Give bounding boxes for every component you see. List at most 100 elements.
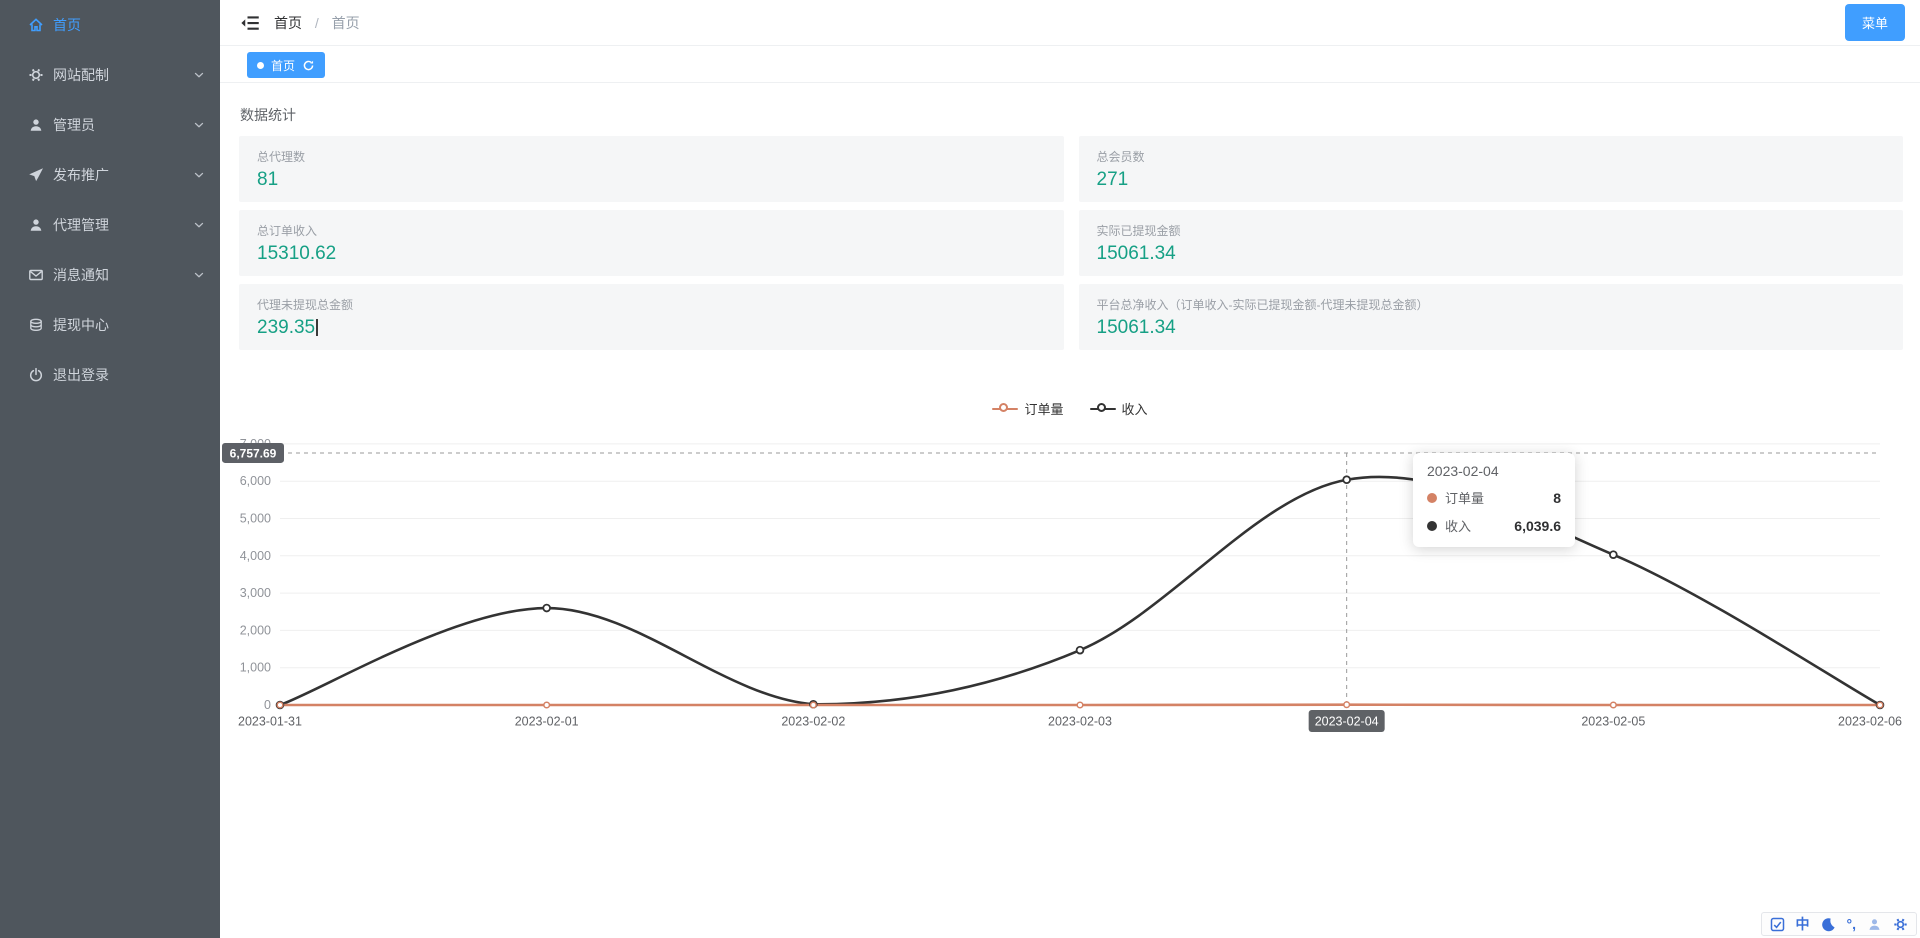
sidebar-item-label: 管理员 (53, 115, 192, 135)
x-axis-tick-label: 2023-02-06 (1838, 715, 1902, 729)
y-axis-tick-label: 0 (264, 698, 271, 712)
stat-label: 实际已提现金额 (1097, 222, 1886, 239)
sidebar-item-7[interactable]: 退出登录 (0, 350, 220, 400)
tooltip-income-name: 收入 (1445, 516, 1471, 535)
stat-value: 271 (1097, 169, 1886, 191)
y-axis-tick-label: 2,000 (240, 623, 271, 637)
y-axis-tick-label: 1,000 (240, 661, 271, 675)
tab-bar: 首页 (220, 46, 1920, 83)
chevron-down-icon (192, 268, 206, 282)
halfwidth-moon-icon[interactable] (1821, 917, 1836, 932)
legend-orders-label: 订单量 (1024, 399, 1063, 418)
line-chart-plot[interactable]: 01,0002,0003,0004,0005,0006,0007,0006,75… (220, 421, 1920, 756)
tooltip-row-orders: 订单量 8 (1427, 488, 1561, 507)
user-icon (28, 117, 44, 133)
gear-icon (28, 67, 44, 83)
breadcrumb: 首页 / 首页 (274, 13, 360, 33)
legend-income-label: 收入 (1122, 399, 1148, 418)
sidebar-item-0[interactable]: 首页 (0, 0, 220, 50)
tab-home-label: 首页 (271, 57, 295, 74)
menu-button[interactable]: 菜单 (1845, 4, 1905, 41)
stat-value: 15310.62 (257, 243, 1046, 265)
stats-grid: 总代理数81总会员数271总订单收入15310.62实际已提现金额15061.3… (239, 136, 1903, 350)
stat-card-3: 实际已提现金额15061.34 (1079, 210, 1904, 276)
user-icon (28, 217, 44, 233)
app-root: 首页网站配制管理员发布推广代理管理消息通知提现中心退出登录 首页 / 首页 菜单… (0, 0, 1920, 938)
x-axis-tick-label: 2023-02-01 (515, 715, 579, 729)
tooltip-date: 2023-02-04 (1427, 463, 1561, 479)
stat-label: 总会员数 (1097, 148, 1886, 165)
breadcrumb-current: 首页 (332, 15, 360, 31)
user-icon[interactable] (1867, 917, 1882, 932)
y-axis-tick-label: 5,000 (240, 512, 271, 526)
tab-home[interactable]: 首页 (247, 52, 325, 78)
y-axis-tick-label: 6,000 (240, 474, 271, 488)
main-area: 首页 / 首页 菜单 首页 数据统计 总代理数 81 总会员数 271 总订单收入 153… (220, 0, 1920, 938)
sidebar-item-label: 退出登录 (53, 365, 206, 385)
tooltip-income-value: 6,039.6 (1514, 518, 1561, 534)
chart-area: 订单量 收入 01,0002,0003,0004,0005,0006,0007,… (220, 396, 1920, 756)
sidebar-item-label: 提现中心 (53, 315, 206, 335)
sidebar-item-label: 首页 (53, 15, 206, 35)
active-tab-dot-icon (257, 62, 264, 69)
sidebar: 首页网站配制管理员发布推广代理管理消息通知提现中心退出登录 (0, 0, 220, 938)
sidebar-item-label: 网站配制 (53, 65, 192, 85)
send-icon (28, 167, 44, 183)
home-icon (28, 17, 44, 33)
sidebar-item-4[interactable]: 代理管理 (0, 200, 220, 250)
legend-item-orders[interactable]: 订单量 (992, 399, 1063, 418)
ime-logo-icon[interactable] (1770, 917, 1785, 932)
legend-item-income[interactable]: 收入 (1090, 399, 1148, 418)
stat-label: 总代理数 (257, 148, 1046, 165)
income-line-marker-icon (1090, 403, 1116, 415)
stat-card-1: 总会员数 271 (1079, 136, 1904, 202)
axis-pointer-value-chip: 6,757.69 (230, 446, 277, 460)
x-axis-tick-label-highlighted: 2023-02-04 (1315, 715, 1379, 729)
x-axis-tick-label: 2023-01-31 (238, 715, 302, 729)
tooltip-orders-name: 订单量 (1445, 488, 1484, 507)
mail-icon (28, 267, 44, 283)
sidebar-item-1[interactable]: 网站配制 (0, 50, 220, 100)
x-axis-tick-label: 2023-02-02 (781, 715, 845, 729)
stat-card-0: 总代理数 81 (239, 136, 1064, 202)
stat-label: 代理未提现总金额 (257, 296, 1046, 313)
sidebar-item-5[interactable]: 消息通知 (0, 250, 220, 300)
sidebar-item-label: 代理管理 (53, 215, 192, 235)
section-title: 数据统计 (220, 83, 1920, 134)
chevron-down-icon (192, 168, 206, 182)
stat-label: 平台总净收入（订单收入-实际已提现金额-代理未提现总金额） (1097, 296, 1886, 313)
sidebar-item-6[interactable]: 提现中心 (0, 300, 220, 350)
x-axis-tick-label: 2023-02-05 (1581, 715, 1645, 729)
chinese-mode-indicator[interactable]: 中 (1796, 914, 1810, 934)
power-icon (28, 367, 44, 383)
stat-value: 81 (257, 169, 1046, 191)
stat-value: 239.35 (257, 317, 1046, 339)
text-caret (316, 319, 318, 336)
sidebar-fold-icon[interactable] (240, 13, 260, 33)
stat-label: 总订单收入 (257, 222, 1046, 239)
sidebar-item-label: 发布推广 (53, 165, 192, 185)
orders-dot-icon (1427, 493, 1437, 503)
chart-legend: 订单量 收入 (220, 396, 1920, 421)
y-axis-tick-label: 3,000 (240, 586, 271, 600)
stat-value: 15061.34 (1097, 317, 1886, 339)
income-dot-icon (1427, 521, 1437, 531)
ime-toolbar: 中 °, (1761, 912, 1918, 936)
chevron-down-icon (192, 68, 206, 82)
chevron-down-icon (192, 218, 206, 232)
punctuation-mode-indicator[interactable]: °, (1847, 916, 1857, 932)
breadcrumb-separator: / (315, 15, 319, 31)
refresh-icon[interactable] (302, 59, 315, 72)
chevron-down-icon (192, 118, 206, 132)
settings-gear-icon[interactable] (1893, 917, 1908, 932)
breadcrumb-home[interactable]: 首页 (274, 15, 302, 31)
tooltip-row-income: 收入 6,039.6 (1427, 516, 1561, 535)
sidebar-item-3[interactable]: 发布推广 (0, 150, 220, 200)
sidebar-item-label: 消息通知 (53, 265, 192, 285)
sidebar-item-2[interactable]: 管理员 (0, 100, 220, 150)
x-axis-tick-label: 2023-02-03 (1048, 715, 1112, 729)
stat-card-2: 总订单收入 15310.62 (239, 210, 1064, 276)
coins-icon (28, 317, 44, 333)
stat-card-4: 代理未提现总金额 239.35 (239, 284, 1064, 350)
topbar: 首页 / 首页 菜单 (220, 0, 1920, 46)
